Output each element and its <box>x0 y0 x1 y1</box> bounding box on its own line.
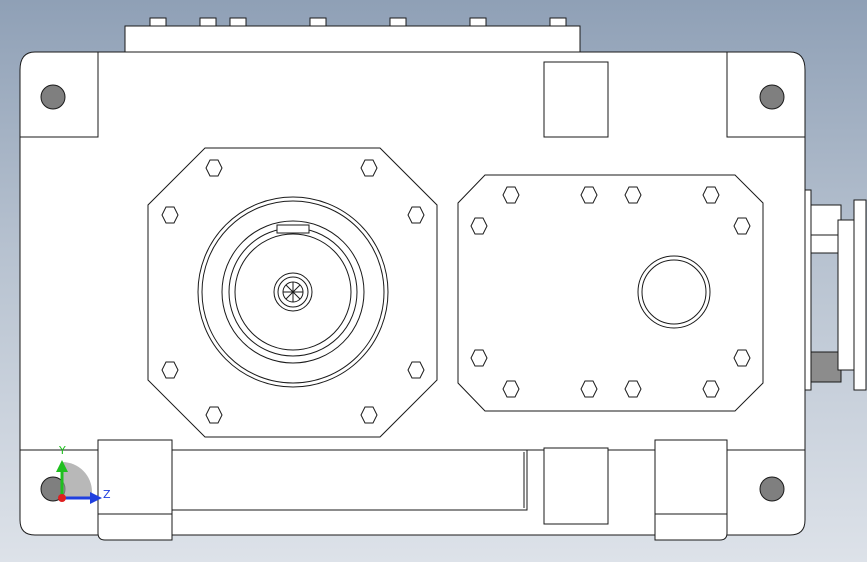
mount-hole-top-right <box>759 84 785 110</box>
foot-right <box>654 439 728 515</box>
inspection-cover <box>457 174 764 412</box>
cad-viewport[interactable]: Y Z <box>0 0 867 562</box>
top-cover-plate <box>124 25 581 53</box>
mount-hole-top-left <box>40 84 66 110</box>
gearbox-drawing: Y Z <box>19 17 867 541</box>
mount-hole-bottom-right <box>759 476 785 502</box>
base-slot <box>171 449 528 511</box>
top-bolts <box>149 17 567 27</box>
z-axis-label: Z <box>103 488 111 501</box>
bottom-center-boss <box>543 447 609 525</box>
y-axis-label: Y <box>58 444 66 457</box>
side-shaft-flange <box>802 189 867 391</box>
top-center-boss <box>543 61 609 138</box>
foot-left <box>97 439 173 515</box>
